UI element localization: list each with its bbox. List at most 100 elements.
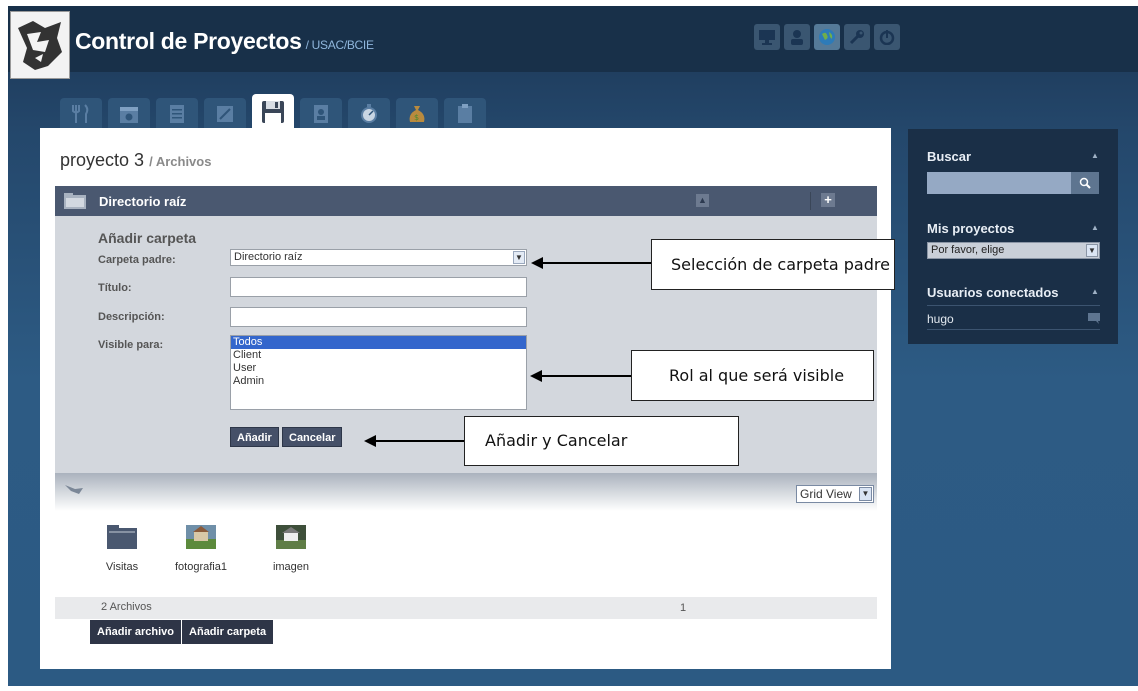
file-item-label: imagen	[272, 561, 310, 573]
file-toolbar: Grid View ▼	[55, 473, 877, 511]
project-name: proyecto 3	[60, 150, 145, 170]
file-item-label: fotografia1	[175, 561, 227, 573]
parent-folder-label: Carpeta padre:	[98, 254, 176, 266]
section-name: / Archivos	[149, 154, 212, 169]
callout-arrow	[374, 440, 464, 442]
file-item-photo[interactable]: imagen	[256, 525, 326, 573]
app-logo	[10, 11, 70, 79]
tab-files[interactable]	[252, 94, 294, 130]
my-projects-title: Mis proyectos	[927, 221, 1015, 236]
status-bar: 2 Archivos 1	[55, 597, 877, 619]
callout-text: Selección de carpeta padre	[671, 255, 890, 274]
page-number[interactable]: 1	[680, 602, 686, 614]
file-item-label: Visitas	[105, 561, 139, 573]
callout-arrow-head	[530, 370, 542, 382]
chevron-down-icon: ▼	[859, 487, 872, 501]
buttons-callout: Añadir y Cancelar	[464, 416, 739, 466]
tab-tools[interactable]	[60, 98, 102, 130]
title-input[interactable]	[230, 277, 527, 297]
floppy-disk-icon	[262, 101, 284, 123]
add-button[interactable]: Añadir	[230, 427, 279, 447]
svg-text:$: $	[414, 113, 419, 122]
chat-icon[interactable]	[1088, 313, 1100, 324]
power-icon[interactable]	[874, 24, 900, 50]
wrench-icon[interactable]	[844, 24, 870, 50]
description-input[interactable]	[230, 307, 527, 327]
visible-option[interactable]: Todos	[231, 336, 526, 349]
visible-option[interactable]: Client	[231, 349, 526, 362]
callout-arrow	[540, 375, 631, 377]
form-heading: Añadir carpeta	[98, 230, 197, 246]
user-icon[interactable]	[784, 24, 810, 50]
tab-edit[interactable]	[204, 98, 246, 130]
file-count: 2 Archivos	[101, 601, 152, 613]
chevron-down-icon: ▼	[513, 251, 525, 264]
monitor-icon[interactable]	[754, 24, 780, 50]
visible-option[interactable]: User	[231, 362, 526, 375]
description-label: Descripción:	[98, 311, 165, 323]
connected-users-title: Usuarios conectados	[927, 285, 1059, 300]
visible-for-listbox[interactable]: Todos Client User Admin	[230, 335, 527, 410]
photo-icon	[186, 525, 216, 549]
visible-option[interactable]: Admin	[231, 375, 526, 388]
sidebar-divider	[927, 329, 1100, 330]
photo-icon	[276, 525, 306, 549]
tab-clipboard[interactable]	[444, 98, 486, 130]
bottom-actions: Añadir archivo Añadir carpeta	[90, 620, 274, 644]
callout-arrow	[541, 262, 651, 264]
tab-contacts[interactable]	[300, 98, 342, 130]
add-icon[interactable]: +	[821, 193, 835, 207]
page-heading: proyecto 3 / Archivos	[60, 150, 211, 171]
file-item-photo[interactable]: fotografia1	[166, 525, 236, 573]
app-title: Control de Proyectos / USAC/BCIE	[75, 28, 374, 55]
tab-calendar[interactable]	[108, 98, 150, 130]
logo-icon	[18, 21, 62, 70]
parent-folder-select[interactable]: Directorio raíz ▼	[230, 249, 527, 266]
edit-icon	[217, 106, 233, 122]
bar-divider	[810, 192, 811, 210]
projects-select[interactable]: Por favor, elige ▼	[927, 242, 1100, 259]
callout-arrow-head	[364, 435, 376, 447]
parent-folder-callout: Selección de carpeta padre	[651, 239, 895, 290]
tab-list[interactable]	[156, 98, 198, 130]
collapse-up-icon[interactable]: ▲	[1091, 287, 1099, 296]
app-subtitle: / USAC/BCIE	[305, 38, 374, 52]
callout-text: Añadir y Cancelar	[485, 431, 628, 450]
calendar-icon	[120, 107, 138, 123]
chevron-down-icon: ▼	[1086, 244, 1098, 257]
contact-icon	[314, 105, 328, 123]
search-title: Buscar	[927, 149, 972, 164]
folder-icon	[64, 193, 86, 209]
view-select[interactable]: Grid View ▼	[796, 485, 874, 503]
search-button[interactable]	[1071, 172, 1099, 194]
sidebar: Buscar ▲ Mis proyectos ▲ Por favor, elig…	[908, 129, 1118, 344]
app-frame: Control de Proyectos / USAC/BCIE $ proye…	[8, 6, 1138, 686]
connected-user[interactable]: hugo	[927, 312, 954, 326]
collapse-up-icon[interactable]: ▲	[1091, 151, 1099, 160]
add-file-button[interactable]: Añadir archivo	[90, 620, 182, 644]
callout-arrow-head	[531, 257, 543, 269]
tab-timer[interactable]	[348, 98, 390, 130]
title-label: Título:	[98, 282, 132, 294]
collapse-up-icon[interactable]: ▲	[1091, 223, 1099, 232]
list-icon	[170, 105, 184, 123]
tab-budget[interactable]: $	[396, 98, 438, 130]
search-icon	[1079, 177, 1091, 189]
module-tabs: $	[60, 94, 492, 130]
back-arrow-icon[interactable]	[65, 485, 83, 495]
collapse-up-icon[interactable]: ▲	[696, 194, 709, 207]
tools-icon	[72, 104, 89, 123]
view-select-value: Grid View	[800, 487, 852, 501]
app-title-text: Control de Proyectos	[75, 28, 302, 54]
visible-for-label: Visible para:	[98, 339, 164, 351]
globe-icon[interactable]	[814, 24, 840, 50]
clipboard-icon	[458, 104, 472, 123]
add-folder-button[interactable]: Añadir carpeta	[182, 620, 274, 644]
parent-folder-value: Directorio raíz	[234, 251, 303, 263]
cancel-button[interactable]: Cancelar	[282, 427, 343, 447]
money-bag-icon: $	[409, 106, 425, 122]
search-input[interactable]	[927, 172, 1071, 194]
callout-text: Rol al que será visible	[669, 366, 845, 385]
directory-bar: Directorio raíz ▲ +	[55, 186, 877, 216]
file-item-folder[interactable]: Visitas	[87, 525, 157, 573]
